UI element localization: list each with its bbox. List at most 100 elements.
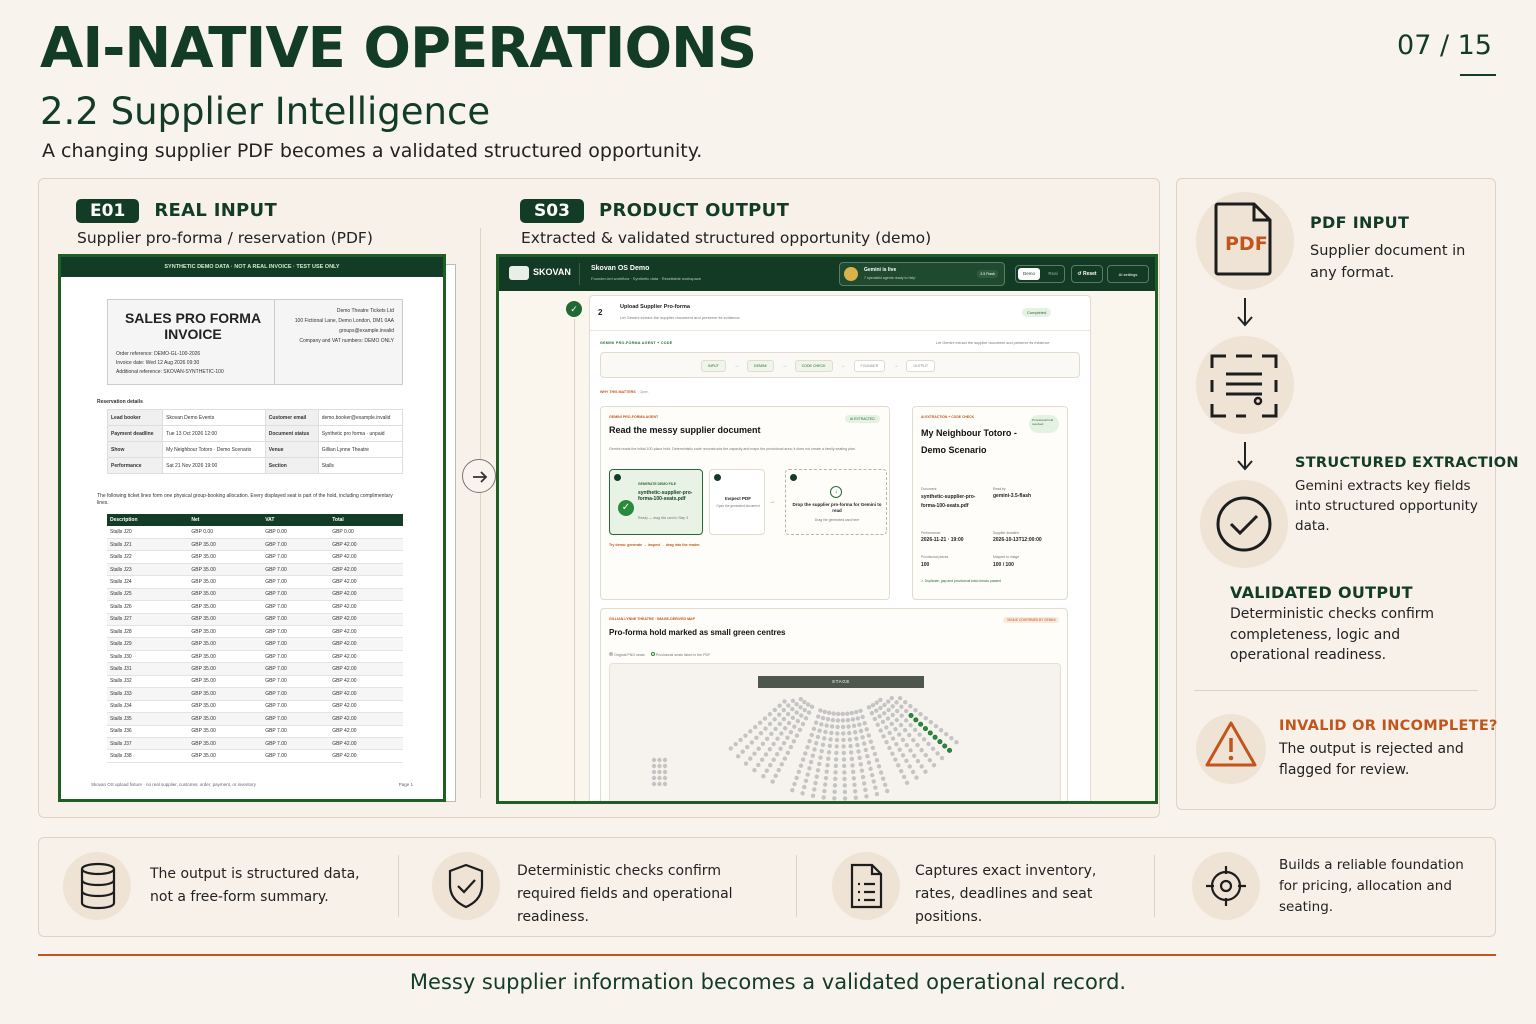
seat-dot — [651, 769, 657, 775]
seat-dot — [878, 705, 883, 711]
seat-dot — [866, 733, 871, 738]
mode-demo-button[interactable]: Demo — [1018, 268, 1040, 280]
column-header: Total — [329, 514, 403, 526]
seat-map-title: Pro-forma hold marked as small green cen… — [609, 628, 786, 637]
seat-dot — [939, 755, 945, 761]
table-row: Stalls J33 GBP 35.00 GBP 7.00 GBP 42.00 — [107, 687, 403, 701]
ai-settings-button[interactable]: AI settings — [1107, 265, 1149, 283]
why-open-link[interactable]: Open — [640, 390, 649, 394]
seat-dot — [890, 712, 895, 718]
seat-dot — [761, 774, 766, 779]
seat-map-label: GILLIAN LYNNE THEATRE · IMAGE-DERIVED MA… — [609, 617, 696, 621]
seat-dot — [798, 705, 803, 710]
seat-dot — [776, 767, 781, 773]
seat-dot — [822, 709, 827, 715]
seat-dot — [852, 730, 858, 735]
gemini-status-chip[interactable]: Gemini is live 7 specialist agents ready… — [839, 262, 1005, 286]
mode-real-button[interactable]: Real — [1044, 268, 1062, 280]
seat-dot — [809, 732, 814, 738]
pipeline-arrow-icon: → — [733, 363, 739, 369]
seat-dot — [651, 757, 657, 763]
table-cell: GBP 42.00 — [329, 625, 403, 639]
seat-dot — [856, 749, 861, 754]
generate-label: GENERATE DEMO FILE — [638, 482, 676, 486]
seat-dot — [745, 744, 750, 750]
document-label: Document — [921, 487, 937, 491]
seat-dot — [800, 757, 806, 762]
table-cell: GBP 42.00 — [329, 725, 403, 738]
seat-dot — [781, 707, 786, 713]
pdf-drop-zone[interactable]: ↓ Drop the supplier pro-forma for Gemini… — [785, 469, 887, 535]
seat-dot — [817, 761, 822, 767]
seat-dot — [882, 711, 887, 716]
seat-dot — [918, 711, 923, 717]
reservation-key: Customer email — [264, 409, 319, 426]
seat-dot — [908, 748, 913, 753]
generate-demo-file-card[interactable]: GENERATE DEMO FILE ✓ synthetic-supplier-… — [609, 469, 703, 535]
seat-dot — [904, 758, 909, 764]
seat-dot — [822, 782, 828, 787]
why-this-matters[interactable]: WHY THIS MATTERS Open — [600, 390, 648, 394]
seat-dot — [885, 716, 891, 721]
table-cell: Stalls J27 — [107, 613, 189, 627]
seat-dot — [881, 734, 886, 739]
seat-dot — [877, 714, 882, 719]
reservation-value: Stalls — [317, 457, 404, 474]
seat-dot — [852, 789, 858, 794]
seat-dot — [792, 781, 797, 787]
table-cell: GBP 35.00 — [188, 749, 263, 763]
seat-dot — [860, 735, 865, 740]
seat-dot — [728, 746, 733, 751]
table-cell: GBP 7.00 — [262, 550, 330, 564]
table-row: Stalls J31 GBP 35.00 GBP 7.00 GBP 42.00 — [107, 662, 403, 676]
invoice-header: SALES PRO FORMA INVOICE Order reference:… — [107, 299, 403, 385]
mode-toggle[interactable]: Demo Real — [1015, 265, 1065, 283]
output-subtitle: Extracted & validated structured opportu… — [521, 229, 932, 247]
strip-text-3: Captures exact inventory, rates, deadlin… — [915, 863, 1097, 925]
reservation-value: Gillian Lynne Theatre — [317, 441, 404, 458]
seat-dot — [890, 736, 896, 741]
invoice-banner: SYNTHETIC DEMO DATA · NOT A REAL INVOICE… — [61, 257, 443, 277]
seat-dot — [842, 770, 847, 775]
panel-divider — [480, 228, 481, 798]
seat-dot — [942, 743, 948, 749]
seat-dot — [857, 722, 862, 727]
seat-dot — [777, 712, 782, 717]
reservation-value: Synthetic pro forma · unpaid — [317, 425, 404, 442]
seat-dot — [767, 747, 773, 752]
pipeline-arrow-icon: → — [840, 363, 846, 369]
seat-dot — [938, 727, 944, 733]
seat-map-legend: Original PNG seats Provisional seats lis… — [609, 652, 710, 657]
seat-dot — [794, 710, 799, 715]
input-tag: E01 — [76, 199, 140, 223]
seat-dot — [790, 698, 796, 703]
table-cell: GBP 7.00 — [262, 625, 330, 639]
seat-dot — [885, 788, 890, 794]
seat-dot — [657, 757, 662, 763]
seat-dot — [832, 789, 837, 795]
seat-dot — [662, 757, 668, 763]
seat-dot — [849, 750, 854, 755]
seat-dot — [900, 737, 906, 743]
seat-dot — [816, 714, 821, 719]
seat-dot — [855, 716, 861, 721]
seat-dot — [908, 703, 913, 709]
seat-dot — [923, 715, 928, 721]
seat-dot — [826, 710, 832, 716]
upload-arrow-icon: ↓ — [830, 486, 842, 498]
seat-dot — [829, 724, 835, 729]
read-by-label: Read by — [993, 487, 1006, 491]
reservation-value: Skovan Demo Events — [162, 409, 266, 426]
seat-dot — [907, 764, 912, 769]
inspect-pdf-title: Inspect PDF — [724, 496, 751, 501]
reset-button[interactable]: ↺ Reset — [1071, 265, 1103, 283]
table-cell: GBP 42.00 — [329, 575, 403, 589]
shield-check-icon — [448, 863, 484, 909]
seat-dot — [790, 787, 795, 793]
seat-dot — [870, 702, 876, 708]
pdf-input-title: PDF INPUT — [1310, 213, 1410, 232]
seat-dot — [903, 699, 908, 705]
seat-dot — [872, 751, 878, 757]
inspect-pdf-card[interactable]: Inspect PDF Open the generated document — [709, 469, 765, 535]
seat-dot — [749, 740, 755, 745]
